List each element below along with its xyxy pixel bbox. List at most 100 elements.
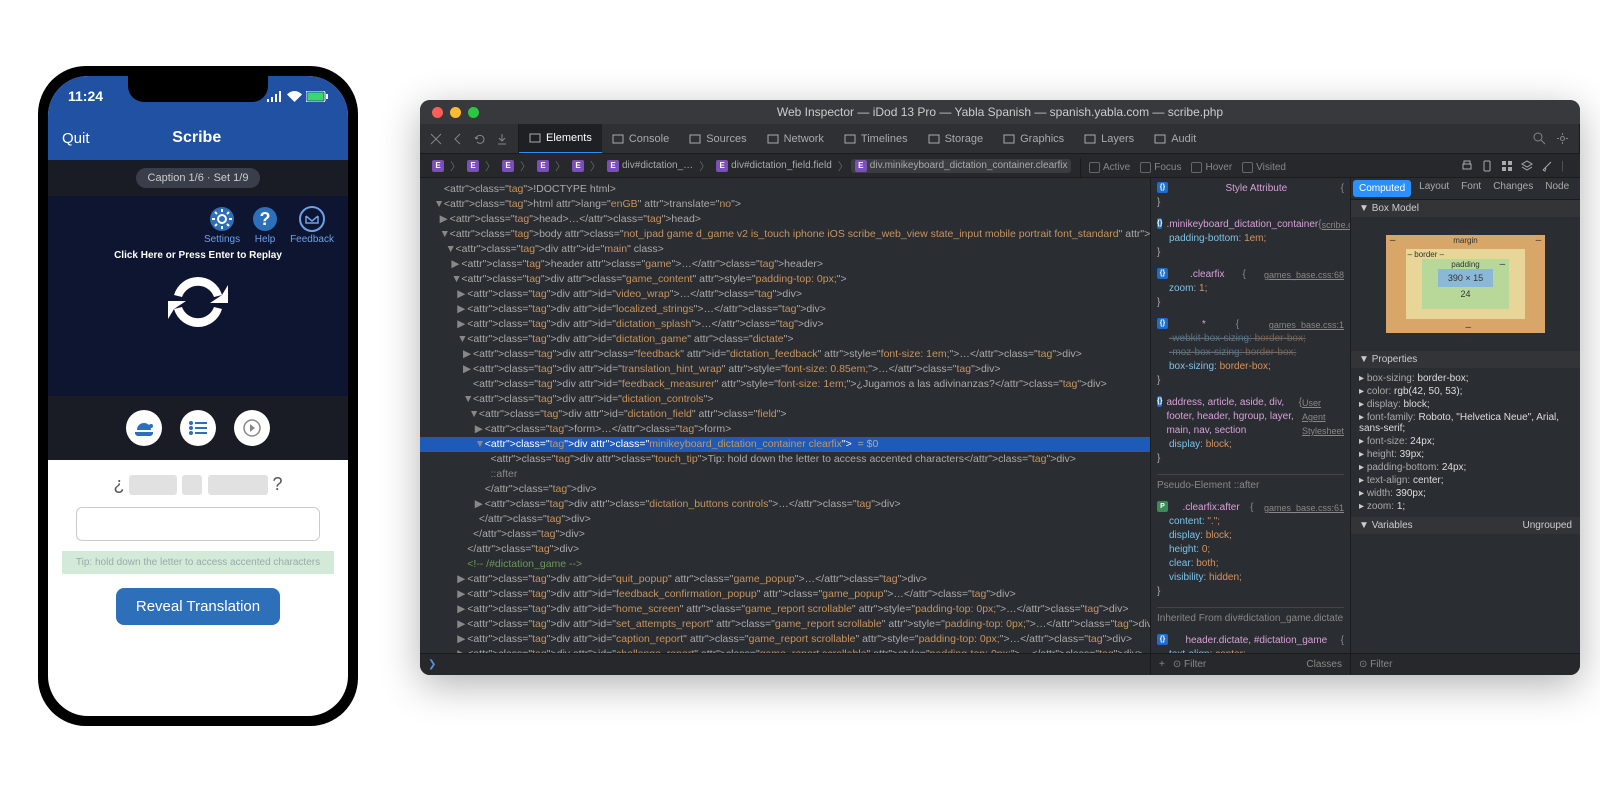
css-rule[interactable]: {}address, article, aside, div, footer, … [1157, 396, 1344, 466]
dom-tree[interactable]: <attr">class="tag">!DOCTYPE html> ▼<attr… [420, 178, 1150, 653]
dom-node[interactable]: ▶<attr">class="tag">div attr">id="dictat… [420, 317, 1150, 332]
computed-property[interactable]: ▸ font-size: 24px; [1359, 435, 1572, 448]
search-icon[interactable] [1533, 132, 1546, 145]
tab-timelines[interactable]: Timelines [834, 124, 918, 153]
replay-overlay[interactable]: Click Here or Press Enter to Replay [114, 250, 282, 342]
dom-node[interactable]: </attr">class="tag">div> [420, 527, 1150, 542]
help-button[interactable]: ? Help [252, 206, 278, 245]
styles-filter-input[interactable]: ⊙ Filter [1173, 659, 1299, 670]
box-model-header[interactable]: ▼ Box Model [1351, 200, 1580, 217]
video-player[interactable]: Settings ? Help Feedback Click Here or P… [48, 196, 348, 396]
dom-node[interactable]: ▶<attr">class="tag">div attr">id="video_… [420, 287, 1150, 302]
rtab-layout[interactable]: Layout [1413, 178, 1455, 199]
rtab-changes[interactable]: Changes [1487, 178, 1539, 199]
css-rule[interactable]: Pseudo-Element ::after [1157, 474, 1344, 493]
computed-property[interactable]: ▸ display: block; [1359, 398, 1572, 411]
computed-property[interactable]: ▸ padding-bottom: 24px; [1359, 461, 1572, 474]
next-button[interactable] [234, 410, 270, 446]
css-rule[interactable]: P.clearfix:after {games_base.css:61conte… [1157, 501, 1344, 599]
dom-node[interactable]: </attr">class="tag">div> [420, 512, 1150, 527]
css-rule[interactable]: Inherited From div#dictation_game.dictat… [1157, 607, 1344, 626]
dom-node[interactable]: ▶<attr">class="tag">form>…</attr">class=… [420, 422, 1150, 437]
dom-node[interactable]: ▼<attr">class="tag">div attr">class="min… [420, 437, 1150, 452]
dom-node[interactable]: ▼<attr">class="tag">div attr">id="dictat… [420, 392, 1150, 407]
rtab-node[interactable]: Node [1539, 178, 1575, 199]
computed-filter-input[interactable]: ⊙ Filter [1359, 659, 1572, 670]
dom-node[interactable]: ▼<attr">class="tag">body attr">class="no… [420, 227, 1150, 242]
breadcrumb-item[interactable]: Ediv#dictation_… [603, 159, 697, 173]
dom-node[interactable]: <attr">class="tag">div attr">id="feedbac… [420, 377, 1150, 392]
phone-icon[interactable] [1481, 160, 1493, 172]
css-rule[interactable]: {}* {games_base.css:1-webkit-box-sizing:… [1157, 318, 1344, 388]
dom-node[interactable]: ▶<attr">class="tag">div attr">id="locali… [420, 302, 1150, 317]
rtab-layers[interactable]: Layers [1575, 178, 1580, 199]
brush-icon[interactable] [1541, 160, 1553, 172]
refresh-icon[interactable] [474, 133, 486, 145]
reveal-button[interactable]: Reveal Translation [116, 588, 280, 625]
state-active[interactable]: Active [1089, 162, 1130, 173]
back-icon[interactable] [452, 133, 464, 145]
dom-node[interactable]: ::after [420, 467, 1150, 482]
dom-node[interactable]: <attr">class="tag">div attr">class="touc… [420, 452, 1150, 467]
answer-input[interactable] [76, 507, 321, 541]
quit-button[interactable]: Quit [62, 130, 90, 147]
tab-console[interactable]: Console [602, 124, 679, 153]
state-visited[interactable]: Visited [1242, 162, 1286, 173]
dom-node[interactable]: ▶<attr">class="tag">div attr">id="captio… [420, 632, 1150, 647]
breadcrumb-item[interactable]: Ediv.minikeyboard_dictation_container.cl… [851, 159, 1072, 173]
dom-node[interactable]: ▶<attr">class="tag">div attr">id="set_at… [420, 617, 1150, 632]
dom-node[interactable]: ▶<attr">class="tag">div attr">id="home_s… [420, 602, 1150, 617]
computed-properties[interactable]: ▸ box-sizing: border-box;▸ color: rgb(42… [1351, 368, 1580, 517]
download-icon[interactable] [496, 133, 508, 145]
css-rule[interactable]: {}Style Attribute {} [1157, 182, 1344, 210]
properties-header[interactable]: ▼ Properties [1351, 351, 1580, 368]
tab-elements[interactable]: Elements [519, 124, 602, 153]
dom-node[interactable]: ▶<attr">class="tag">header attr">class="… [420, 257, 1150, 272]
print-icon[interactable] [1461, 160, 1473, 172]
breadcrumb-item[interactable]: E [568, 159, 588, 173]
computed-property[interactable]: ▸ width: 390px; [1359, 487, 1572, 500]
tab-storage[interactable]: Storage [918, 124, 994, 153]
feedback-button[interactable]: Feedback [290, 206, 334, 245]
css-rule[interactable]: {}.minikeyboard_dictation_container {scr… [1157, 218, 1344, 260]
dom-node[interactable]: </attr">class="tag">div> [420, 482, 1150, 497]
breadcrumb-item[interactable]: E [428, 159, 448, 173]
dom-node[interactable]: ▶<attr">class="tag">div attr">class="fee… [420, 347, 1150, 362]
dom-node[interactable]: ▶<attr">class="tag">div attr">id="feedba… [420, 587, 1150, 602]
dom-node[interactable]: ▼<attr">class="tag">div attr">id="dictat… [420, 332, 1150, 347]
tab-audit[interactable]: Audit [1144, 124, 1206, 153]
tab-sources[interactable]: Sources [679, 124, 756, 153]
rtab-computed[interactable]: Computed [1353, 180, 1411, 197]
tab-graphics[interactable]: Graphics [993, 124, 1074, 153]
variables-header[interactable]: ▼ VariablesUngrouped [1351, 517, 1580, 534]
slow-button[interactable] [126, 410, 162, 446]
computed-property[interactable]: ▸ box-sizing: border-box; [1359, 372, 1572, 385]
dom-node[interactable]: </attr">class="tag">div> [420, 542, 1150, 557]
state-focus[interactable]: Focus [1140, 162, 1181, 173]
dom-node[interactable]: ▶<attr">class="tag">div attr">class="dic… [420, 497, 1150, 512]
computed-property[interactable]: ▸ text-align: center; [1359, 474, 1572, 487]
settings-button[interactable]: Settings [204, 206, 240, 245]
console-chevron-icon[interactable]: ❯ [428, 659, 436, 670]
computed-property[interactable]: ▸ font-family: Roboto, "Helvetica Neue",… [1359, 411, 1572, 435]
dom-node[interactable]: ▼<attr">class="tag">div attr">id="dictat… [420, 407, 1150, 422]
grid-icon[interactable] [1501, 160, 1513, 172]
breadcrumb-item[interactable]: E [463, 159, 483, 173]
dom-node[interactable]: ▼<attr">class="tag">html attr">lang="enG… [420, 197, 1150, 212]
list-button[interactable] [180, 410, 216, 446]
styles-pane[interactable]: {}Style Attribute {} {}.minikeyboard_dict… [1150, 178, 1350, 653]
tab-network[interactable]: Network [757, 124, 834, 153]
settings-icon[interactable] [1556, 132, 1569, 145]
dom-node[interactable]: ▶<attr">class="tag">head>…</attr">class=… [420, 212, 1150, 227]
computed-property[interactable]: ▸ height: 39px; [1359, 448, 1572, 461]
classes-toggle[interactable]: Classes [1306, 659, 1342, 670]
rtab-font[interactable]: Font [1455, 178, 1487, 199]
state-hover[interactable]: Hover [1191, 162, 1232, 173]
dom-node[interactable]: <attr">class="tag">!DOCTYPE html> [420, 182, 1150, 197]
tab-layers[interactable]: Layers [1074, 124, 1144, 153]
css-rule[interactable]: {}.clearfix {games_base.css:68zoom: 1;} [1157, 268, 1344, 310]
dom-node[interactable]: ▶<attr">class="tag">div attr">id="quit_p… [420, 572, 1150, 587]
layers-icon[interactable] [1521, 160, 1533, 172]
breadcrumb-item[interactable]: Ediv#dictation_field.field [712, 159, 836, 173]
dom-node[interactable]: ▼<attr">class="tag">div attr">id="main" … [420, 242, 1150, 257]
